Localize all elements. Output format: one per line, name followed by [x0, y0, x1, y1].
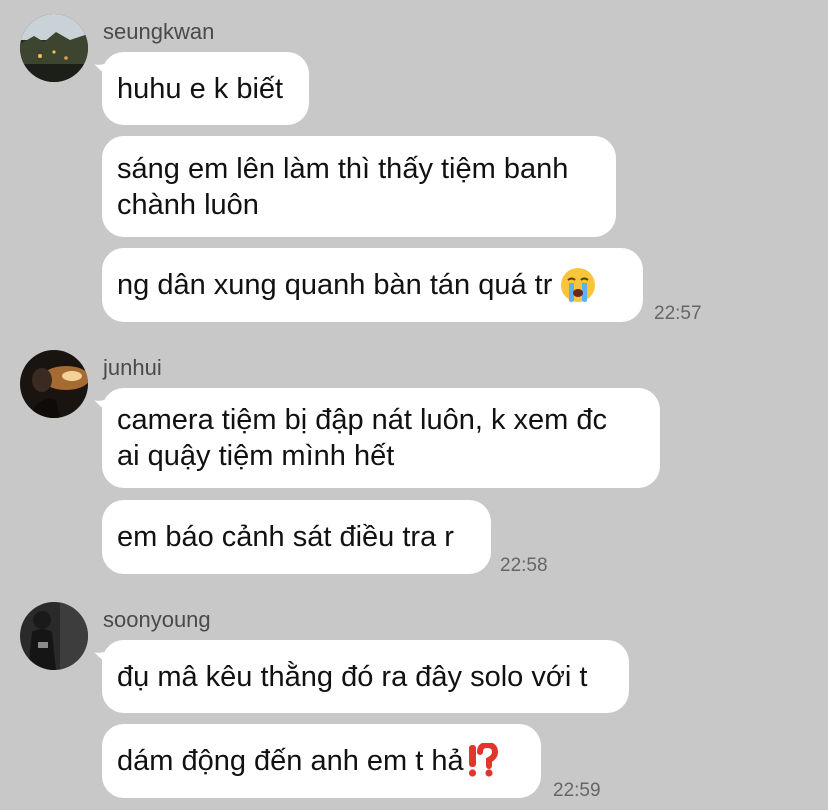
- sender-name: soonyoung: [103, 607, 211, 632]
- message-text: đụ mâ kêu thằng đó ra đây solo với t: [117, 660, 588, 693]
- message-text: huhu e k biết: [117, 72, 284, 105]
- sender-name: junhui: [103, 355, 162, 380]
- message-bubble[interactable]: sáng em lên làm thì thấy tiệm banh chành…: [102, 136, 616, 237]
- message-bubble[interactable]: dám động đến anh em t hả: [102, 724, 541, 798]
- avatar-junhui[interactable]: [20, 350, 88, 418]
- crying-face-emoji: [561, 268, 596, 302]
- message-text: em báo cảnh sát điều tra r: [117, 521, 454, 553]
- message-text: camera tiệm bị đập nát luôn, k xem đc ai…: [117, 404, 608, 472]
- exclamation-question-emoji: [468, 743, 498, 777]
- timestamp: 22:58: [500, 555, 548, 576]
- message-bubble[interactable]: camera tiệm bị đập nát luôn, k xem đc ai…: [102, 388, 660, 488]
- timestamp: 22:59: [553, 780, 601, 801]
- message-text: sáng em lên làm thì thấy tiệm banh chành…: [117, 152, 569, 221]
- message-bubble[interactable]: em báo cảnh sát điều tra r: [102, 500, 491, 574]
- message-text: dám động đến anh em t hả: [117, 745, 464, 777]
- message-bubble[interactable]: ng dân xung quanh bàn tán quá tr: [102, 248, 643, 322]
- avatar-soonyoung[interactable]: [20, 602, 88, 670]
- sender-name: seungkwan: [103, 19, 215, 44]
- avatar-seungkwan[interactable]: [20, 14, 88, 82]
- timestamp: 22:57: [654, 303, 702, 324]
- message-bubble[interactable]: huhu e k biết: [102, 52, 309, 125]
- message-bubble[interactable]: đụ mâ kêu thằng đó ra đây solo với t: [102, 640, 629, 713]
- message-text: ng dân xung quanh bàn tán quá tr: [117, 269, 553, 301]
